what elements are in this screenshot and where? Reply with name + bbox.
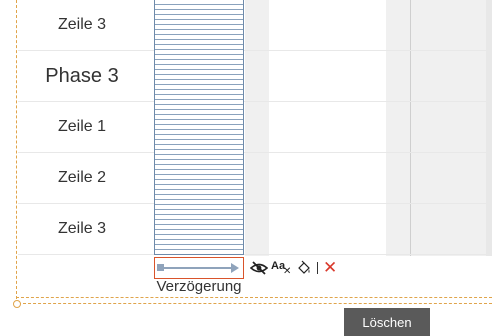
mini-toolbar: Aa ✕ ✕ [250, 258, 340, 278]
hide-eye-icon[interactable] [250, 259, 268, 277]
toolbar-separator [317, 262, 318, 274]
text-format-icon[interactable]: Aa ✕ [271, 259, 293, 277]
table-row[interactable]: Zeile 3 [18, 0, 492, 51]
gantt-canvas: Zeile 3 Phase 3 Zeile 1 Zeile 2 Zeile 3 … [0, 0, 492, 336]
row-label: Zeile 1 [57, 118, 107, 135]
phase-label: Phase 3 [45, 65, 119, 87]
delay-arrow-line [161, 267, 231, 269]
paint-bucket-icon[interactable] [296, 259, 312, 277]
row-label: Zeile 2 [57, 169, 107, 186]
delay-selection-box[interactable] [154, 257, 244, 279]
page-guide-horizontal [18, 303, 492, 304]
delete-icon[interactable]: ✕ [323, 259, 337, 277]
table-row[interactable]: Zeile 3 [18, 204, 492, 255]
delay-label: Verzögerung [156, 278, 242, 295]
table-row[interactable]: Zeile 2 [18, 153, 492, 204]
row-label: Zeile 3 [57, 220, 107, 237]
row-label: Zeile 3 [57, 16, 107, 33]
page-guide-vertical [16, 0, 17, 304]
tooltip: Löschen [344, 308, 430, 336]
delay-bar[interactable] [154, 0, 244, 255]
arrow-head-icon [231, 263, 239, 273]
guide-corner-handle[interactable] [13, 300, 21, 308]
page-guide-horizontal [16, 297, 492, 298]
text-format-sub: ✕ [283, 266, 292, 277]
phase-row[interactable]: Phase 3 [18, 51, 492, 102]
table-row[interactable]: Zeile 1 [18, 102, 492, 153]
